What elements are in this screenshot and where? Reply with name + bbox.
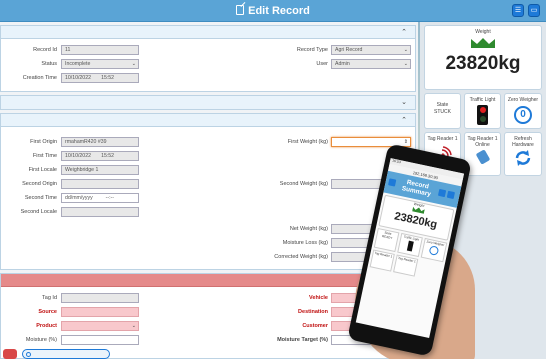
product-select[interactable]: ⌄ — [61, 321, 139, 331]
tag-reader-label: Tag Reader 1 — [427, 136, 458, 142]
weight-tile: Weight 23820kg — [424, 25, 542, 90]
phone-tag-reader-tile[interactable]: Tag Reader 1 — [369, 249, 395, 272]
chevron-down-icon[interactable]: ⌄ — [401, 98, 407, 106]
second-locale-field[interactable] — [61, 207, 139, 217]
status-select[interactable]: Incomplete ⌄ — [61, 59, 139, 69]
collapsed-panel: ⌄ — [0, 95, 416, 110]
circle-icon — [26, 352, 31, 357]
phone-state-tile: State READY — [373, 227, 400, 253]
zero-weigher-tile[interactable]: Zero Weigher 0 — [504, 93, 542, 129]
second-weight-label: Second Weight (kg) — [279, 181, 328, 187]
record-panel: ⌃ Record Id 11 Status Incomplete ⌄ Creati… — [0, 25, 416, 92]
chevron-up-icon[interactable]: ⌃ — [401, 116, 407, 124]
weighing-panel: ⌃ First Origin rmahamR420 #39 First Time… — [0, 113, 416, 270]
refresh-icon — [515, 150, 531, 166]
source-label: Source — [38, 309, 57, 315]
traffic-light-icon — [477, 105, 488, 125]
phone-tag-reader-2-tile[interactable]: Tag Reader 1 — [393, 254, 419, 277]
tag-reader-online-value: Online — [475, 142, 490, 148]
weighbridge-logo-icon — [471, 38, 495, 48]
state-label: State — [436, 102, 449, 108]
second-origin-field[interactable] — [61, 179, 139, 189]
delete-button[interactable] — [3, 349, 17, 359]
phone-monitor-button[interactable] — [446, 190, 456, 200]
moisture-label: Moisture (%) — [25, 337, 57, 343]
record-type-select[interactable]: Agri Record ⌄ — [331, 45, 411, 55]
state-tile: State STUCK — [424, 93, 461, 129]
first-locale-field[interactable]: Weighbridge 1 — [61, 165, 139, 175]
moisture-loss-label: Moisture Loss (kg) — [282, 240, 328, 246]
weight-label: Weight — [475, 29, 491, 35]
phone-zero-icon — [428, 245, 440, 256]
customer-label: Customer — [302, 323, 328, 329]
source-field[interactable] — [61, 307, 139, 317]
record-type-label: Record Type — [296, 47, 328, 53]
monitor-button[interactable]: ▭ — [528, 4, 540, 17]
action-button[interactable] — [22, 349, 110, 359]
card-reader-icon — [475, 150, 490, 164]
phone-zero-tile[interactable]: Zero Weigher — [420, 237, 448, 263]
zero-weigher-label: Zero Weigher — [507, 97, 539, 103]
first-time-label: First Time — [32, 153, 57, 159]
user-select[interactable]: Admin ⌄ — [331, 59, 411, 69]
phone-traffic-tile[interactable]: Traffic Light — [397, 232, 423, 258]
chevron-down-icon: ⌄ — [403, 61, 408, 67]
state-value: STUCK — [434, 109, 451, 115]
menu-button[interactable]: ☰ — [512, 4, 524, 17]
top-bar: Edit Record ☰ ▭ — [0, 0, 546, 22]
vehicle-label: Vehicle — [309, 295, 328, 301]
chevron-down-icon: ⌄ — [131, 61, 136, 67]
second-time-label: Second Time — [24, 195, 57, 201]
corrected-weight-label: Corrected Weight (kg) — [274, 254, 328, 260]
creation-time-label: Creation Time — [22, 75, 57, 81]
phone-menu-button[interactable] — [388, 178, 397, 187]
first-locale-label: First Locale — [28, 167, 57, 173]
refresh-hardware-tile[interactable]: Refresh Hardware — [504, 132, 542, 176]
record-id-field[interactable]: 11 — [61, 45, 139, 55]
chevron-down-icon: ⌄ — [403, 47, 408, 53]
record-panel-header[interactable]: ⌃ — [1, 26, 415, 39]
net-weight-label: Net Weight (kg) — [289, 226, 328, 232]
weight-value: 23820kg — [445, 53, 521, 74]
green-light — [479, 116, 486, 122]
status-label: Status — [41, 61, 57, 67]
traffic-light-tile[interactable]: Traffic Light — [464, 93, 501, 129]
page-title: Edit Record — [0, 5, 546, 17]
collapsed-panel-header[interactable]: ⌄ — [1, 96, 415, 109]
product-label: Product — [36, 323, 57, 329]
bottom-bar — [0, 349, 130, 359]
user-label: User — [316, 61, 328, 67]
first-origin-label: First Origin — [30, 139, 57, 145]
spinner-icon[interactable]: ⇕ — [404, 139, 408, 146]
edit-icon — [236, 5, 245, 15]
first-origin-field[interactable]: rmahamR420 #39 — [61, 137, 139, 147]
chevron-up-icon[interactable]: ⌃ — [401, 28, 407, 36]
phone-settings-button[interactable] — [437, 188, 447, 198]
traffic-light-label: Traffic Light — [469, 97, 496, 103]
second-time-field[interactable]: dd/mm/yyyy --:-- — [61, 193, 139, 203]
chevron-down-icon: ⌄ — [131, 323, 136, 329]
weighing-panel-header[interactable]: ⌃ — [1, 114, 415, 127]
red-light — [479, 107, 486, 113]
tag-id-field[interactable] — [61, 293, 139, 303]
refresh-value: Hardware — [512, 142, 534, 148]
moisture-field[interactable] — [61, 335, 139, 345]
first-time-field[interactable]: 10/10/2022 15:52 — [61, 151, 139, 161]
creation-time-field[interactable]: 10/10/2022 15:52 — [61, 73, 139, 83]
details-panel-header[interactable] — [1, 274, 415, 287]
second-locale-label: Second Locale — [20, 209, 57, 215]
phone-traffic-icon — [406, 240, 414, 252]
first-weight-label: First Weight (kg) — [287, 139, 328, 145]
destination-label: Destination — [298, 309, 328, 315]
record-id-label: Record Id — [33, 47, 57, 53]
moisture-target-label: Moisture Target (%) — [277, 337, 328, 343]
phone-title: Record Summary — [401, 179, 432, 199]
tag-id-label: Tag Id — [42, 295, 57, 301]
phone-logo-icon — [411, 206, 425, 214]
second-origin-label: Second Origin — [22, 181, 57, 187]
zero-icon: 0 — [514, 106, 532, 124]
